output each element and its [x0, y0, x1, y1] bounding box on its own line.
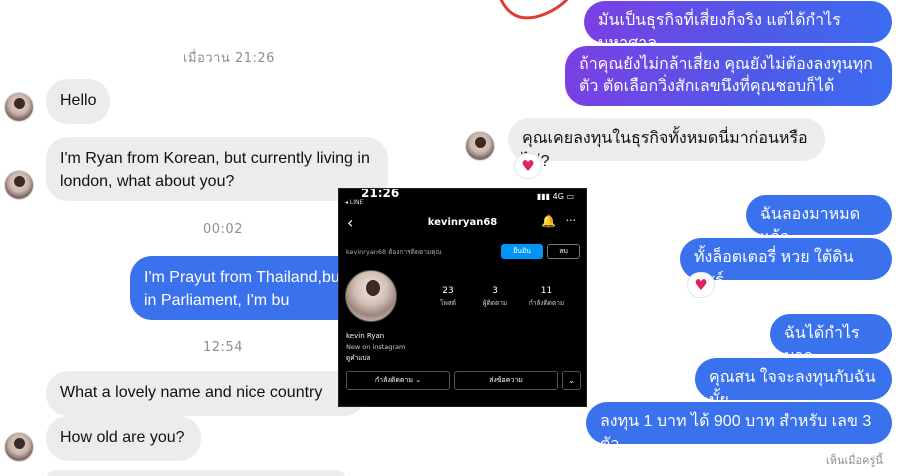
status-time: 21:26: [361, 188, 400, 200]
follow-request-text: kevinryan68 ต้องการติดตามคุณ: [346, 248, 442, 256]
followers-count: 3: [492, 286, 498, 296]
avatar[interactable]: [4, 432, 34, 462]
followers-stat[interactable]: 3 ผู้ติดตาม: [470, 286, 520, 308]
following-button[interactable]: กำลังติดตาม ⌄: [346, 371, 450, 390]
timestamp-afternoon: 12:54: [203, 340, 243, 355]
heart-reaction-icon[interactable]: ♥: [687, 272, 715, 298]
message-lottery: ทั้งล็อตเตอรี่ หวย ใต้ดิน แชร์: [680, 238, 892, 289]
message-lovely-name: What a lovely name and nice country: [46, 371, 366, 416]
instagram-profile-screenshot: 21:26 ◂ LINE ▮▮▮ 4G ▭ ‹ kevinryan68 🔔 ··…: [338, 188, 587, 407]
status-signal-icon: ▮▮▮ 4G ▭: [536, 192, 574, 201]
message-offer: ลงทุน 1 บาท ได้ 900 บาท สำหรับ เลข 3 ตัว: [586, 402, 892, 453]
following-label: กำลังติดตาม: [528, 299, 565, 307]
message-dont-dare: ถ้าคุณยังไม่กล้าเสี่ยง คุณยังไม่ต้องลงทุ…: [565, 46, 892, 106]
following-count: 11: [540, 286, 553, 296]
avatar[interactable]: [4, 92, 34, 122]
avatar[interactable]: [4, 170, 34, 200]
accept-request-button[interactable]: ยืนยัน: [501, 244, 543, 259]
message-risky-business: มันเป็นธุรกิจที่เสี่ยงก็จริง แต่ได้กำไรม…: [584, 1, 892, 52]
avatar[interactable]: [465, 131, 495, 161]
suggested-dropdown-button[interactable]: ⌄: [562, 371, 581, 390]
heart-reaction-icon[interactable]: ♥: [514, 153, 542, 179]
more-options-icon[interactable]: ···: [566, 214, 577, 227]
message-tried-all: ฉันลองมาหมดแล้ว: [746, 195, 892, 246]
message-cut-off: [46, 470, 346, 476]
message-big-profit: ฉันได้กำไรมาก: [770, 314, 892, 365]
timestamp-yesterday: เมื่อวาน 21:26: [183, 51, 275, 66]
delete-request-button[interactable]: ลบ: [547, 244, 580, 259]
seen-status: เห็นเมื่อครู่นี้: [826, 454, 883, 467]
see-translation-link[interactable]: ดูคำแปล: [346, 353, 371, 363]
profile-display-name: kevin Ryan: [346, 332, 385, 340]
message-invested-before: คุณเคยลงทุนในธุรกิจทั้งหมดนี่มาก่อนหรือไ…: [508, 118, 825, 170]
message-interested: คุณสน ใจจะลงทุนกับฉันมั้ย: [695, 358, 892, 409]
profile-bio: New on instagram: [346, 343, 406, 351]
bell-icon[interactable]: 🔔: [541, 214, 556, 228]
profile-picture[interactable]: [345, 270, 397, 322]
posts-label: โพสต์: [440, 299, 456, 307]
timestamp-midnight: 00:02: [203, 222, 243, 237]
message-hello: Hello: [46, 79, 110, 124]
status-back-to-app[interactable]: ◂ LINE: [345, 199, 363, 206]
posts-count: 23: [442, 286, 454, 296]
followers-label: ผู้ติดตาม: [482, 299, 508, 307]
following-stat[interactable]: 11 กำลังติดตาม: [519, 286, 574, 308]
message-ryan-intro: I'm Ryan from Korean, but currently livi…: [46, 137, 388, 201]
red-scribble-mark: [499, 0, 569, 20]
message-age-question: How old are you?: [46, 416, 201, 461]
posts-stat[interactable]: 23 โพสต์: [423, 286, 473, 308]
message-button[interactable]: ส่งข้อความ: [454, 371, 558, 390]
